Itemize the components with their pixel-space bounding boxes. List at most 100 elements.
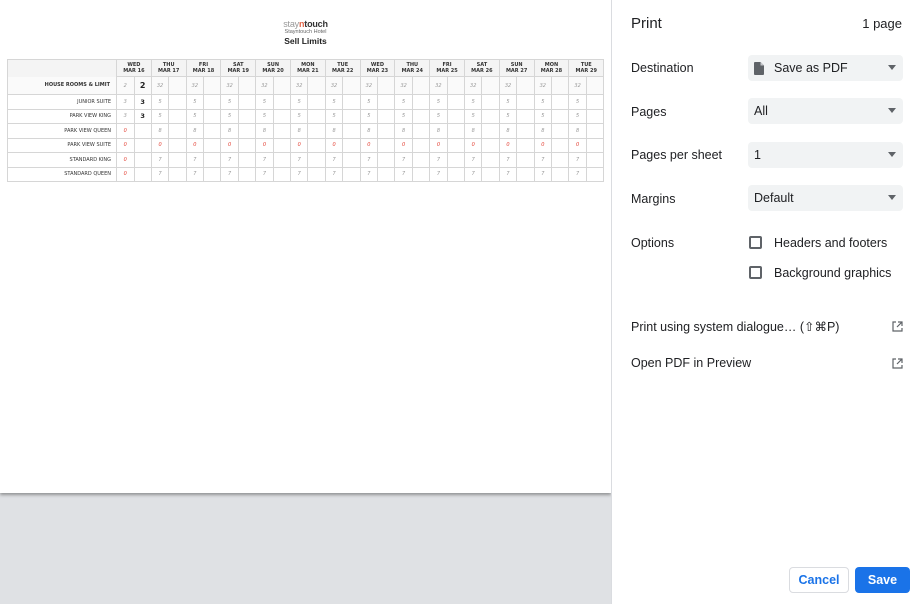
room-limit-entry[interactable] xyxy=(516,94,535,110)
house-limit-entry[interactable] xyxy=(446,76,465,95)
room-limit-entry[interactable] xyxy=(516,123,535,139)
room-limit-entry[interactable] xyxy=(237,108,257,124)
house-limit-entry[interactable]: 2 xyxy=(133,76,152,95)
save-button[interactable]: Save xyxy=(855,567,910,593)
room-limit-entry[interactable] xyxy=(168,152,187,168)
room-limit-entry[interactable] xyxy=(272,166,291,182)
room-limit-entry[interactable] xyxy=(585,123,605,139)
room-limit-entry[interactable] xyxy=(237,94,257,110)
room-limit-entry[interactable] xyxy=(446,94,465,110)
room-limit-entry[interactable] xyxy=(516,166,535,182)
room-limit-entry[interactable] xyxy=(342,152,361,168)
room-limit-entry[interactable] xyxy=(481,137,500,153)
house-limit-entry[interactable] xyxy=(203,76,222,95)
house-limit-entry[interactable] xyxy=(481,76,500,95)
room-limit-entry[interactable] xyxy=(168,123,187,139)
background-graphics-label[interactable]: Background graphics xyxy=(774,266,891,280)
room-limit-entry[interactable] xyxy=(516,108,535,124)
room-limit-entry[interactable] xyxy=(551,123,570,139)
room-limit-entry[interactable] xyxy=(168,94,187,110)
room-limit-entry[interactable] xyxy=(168,166,187,182)
destination-select[interactable]: Save as PDF xyxy=(748,55,903,81)
house-limit-entry[interactable] xyxy=(168,76,187,95)
room-limit-entry[interactable] xyxy=(272,108,291,124)
room-limit-entry[interactable] xyxy=(203,152,222,168)
room-limit-entry[interactable] xyxy=(411,123,431,139)
room-limit-entry[interactable] xyxy=(307,137,326,153)
background-graphics-checkbox[interactable] xyxy=(749,266,762,279)
cancel-button[interactable]: Cancel xyxy=(789,567,849,593)
room-limit-entry[interactable] xyxy=(585,137,605,153)
room-limit-entry[interactable]: 3 xyxy=(133,94,152,110)
room-limit-entry[interactable] xyxy=(342,108,361,124)
room-limit-entry[interactable] xyxy=(377,152,396,168)
room-limit-entry[interactable] xyxy=(133,137,152,153)
house-limit-entry[interactable] xyxy=(307,76,326,95)
room-limit-entry[interactable] xyxy=(168,137,187,153)
house-limit-entry[interactable] xyxy=(411,76,431,95)
room-limit-entry[interactable] xyxy=(516,137,535,153)
room-limit-entry[interactable] xyxy=(342,123,361,139)
room-limit-entry[interactable] xyxy=(237,123,257,139)
open-pdf-preview-link[interactable]: Open PDF in Preview xyxy=(631,356,903,376)
room-limit-entry[interactable] xyxy=(411,108,431,124)
room-limit-entry[interactable] xyxy=(446,123,465,139)
room-limit-entry[interactable] xyxy=(307,94,326,110)
room-limit-entry[interactable] xyxy=(481,123,500,139)
room-limit-entry[interactable] xyxy=(377,123,396,139)
house-limit-entry[interactable] xyxy=(377,76,396,95)
room-limit-entry[interactable] xyxy=(342,94,361,110)
room-limit-entry[interactable] xyxy=(551,94,570,110)
room-limit-entry[interactable] xyxy=(585,94,605,110)
room-limit-entry[interactable] xyxy=(377,166,396,182)
house-limit-entry[interactable] xyxy=(342,76,361,95)
room-limit-entry[interactable] xyxy=(237,137,257,153)
house-limit-entry[interactable] xyxy=(237,76,257,95)
room-limit-entry[interactable] xyxy=(272,123,291,139)
headers-footers-checkbox[interactable] xyxy=(749,236,762,249)
room-limit-entry[interactable] xyxy=(551,108,570,124)
room-limit-entry[interactable] xyxy=(516,152,535,168)
room-limit-entry[interactable] xyxy=(342,137,361,153)
room-limit-entry[interactable] xyxy=(272,152,291,168)
room-limit-entry[interactable] xyxy=(551,166,570,182)
house-limit-entry[interactable] xyxy=(272,76,291,95)
room-limit-entry[interactable]: 3 xyxy=(133,108,152,124)
room-limit-entry[interactable] xyxy=(342,166,361,182)
room-limit-entry[interactable] xyxy=(272,94,291,110)
house-limit-entry[interactable] xyxy=(551,76,570,95)
pages-select[interactable]: All xyxy=(748,98,903,124)
room-limit-entry[interactable] xyxy=(133,123,152,139)
room-limit-entry[interactable] xyxy=(551,137,570,153)
system-dialog-link[interactable]: Print using system dialogue… (⇧⌘P) xyxy=(631,319,903,339)
room-limit-entry[interactable] xyxy=(272,137,291,153)
margins-select[interactable]: Default xyxy=(748,185,903,211)
room-limit-entry[interactable] xyxy=(446,108,465,124)
room-limit-entry[interactable] xyxy=(377,137,396,153)
house-limit-entry[interactable] xyxy=(585,76,605,95)
room-limit-entry[interactable] xyxy=(481,166,500,182)
room-limit-entry[interactable] xyxy=(307,123,326,139)
room-limit-entry[interactable] xyxy=(585,108,605,124)
room-limit-entry[interactable] xyxy=(377,94,396,110)
room-limit-entry[interactable] xyxy=(551,152,570,168)
room-limit-entry[interactable] xyxy=(411,152,431,168)
room-limit-entry[interactable] xyxy=(481,108,500,124)
room-limit-entry[interactable] xyxy=(411,94,431,110)
room-limit-entry[interactable] xyxy=(377,108,396,124)
room-limit-entry[interactable] xyxy=(237,166,257,182)
house-limit-entry[interactable] xyxy=(516,76,535,95)
room-limit-entry[interactable] xyxy=(237,152,257,168)
room-limit-entry[interactable] xyxy=(203,94,222,110)
room-limit-entry[interactable] xyxy=(307,166,326,182)
room-limit-entry[interactable] xyxy=(133,152,152,168)
room-limit-entry[interactable] xyxy=(133,166,152,182)
room-limit-entry[interactable] xyxy=(481,94,500,110)
room-limit-entry[interactable] xyxy=(585,166,605,182)
room-limit-entry[interactable] xyxy=(168,108,187,124)
headers-footers-label[interactable]: Headers and footers xyxy=(774,236,887,250)
room-limit-entry[interactable] xyxy=(585,152,605,168)
room-limit-entry[interactable] xyxy=(411,166,431,182)
room-limit-entry[interactable] xyxy=(203,108,222,124)
room-limit-entry[interactable] xyxy=(307,108,326,124)
